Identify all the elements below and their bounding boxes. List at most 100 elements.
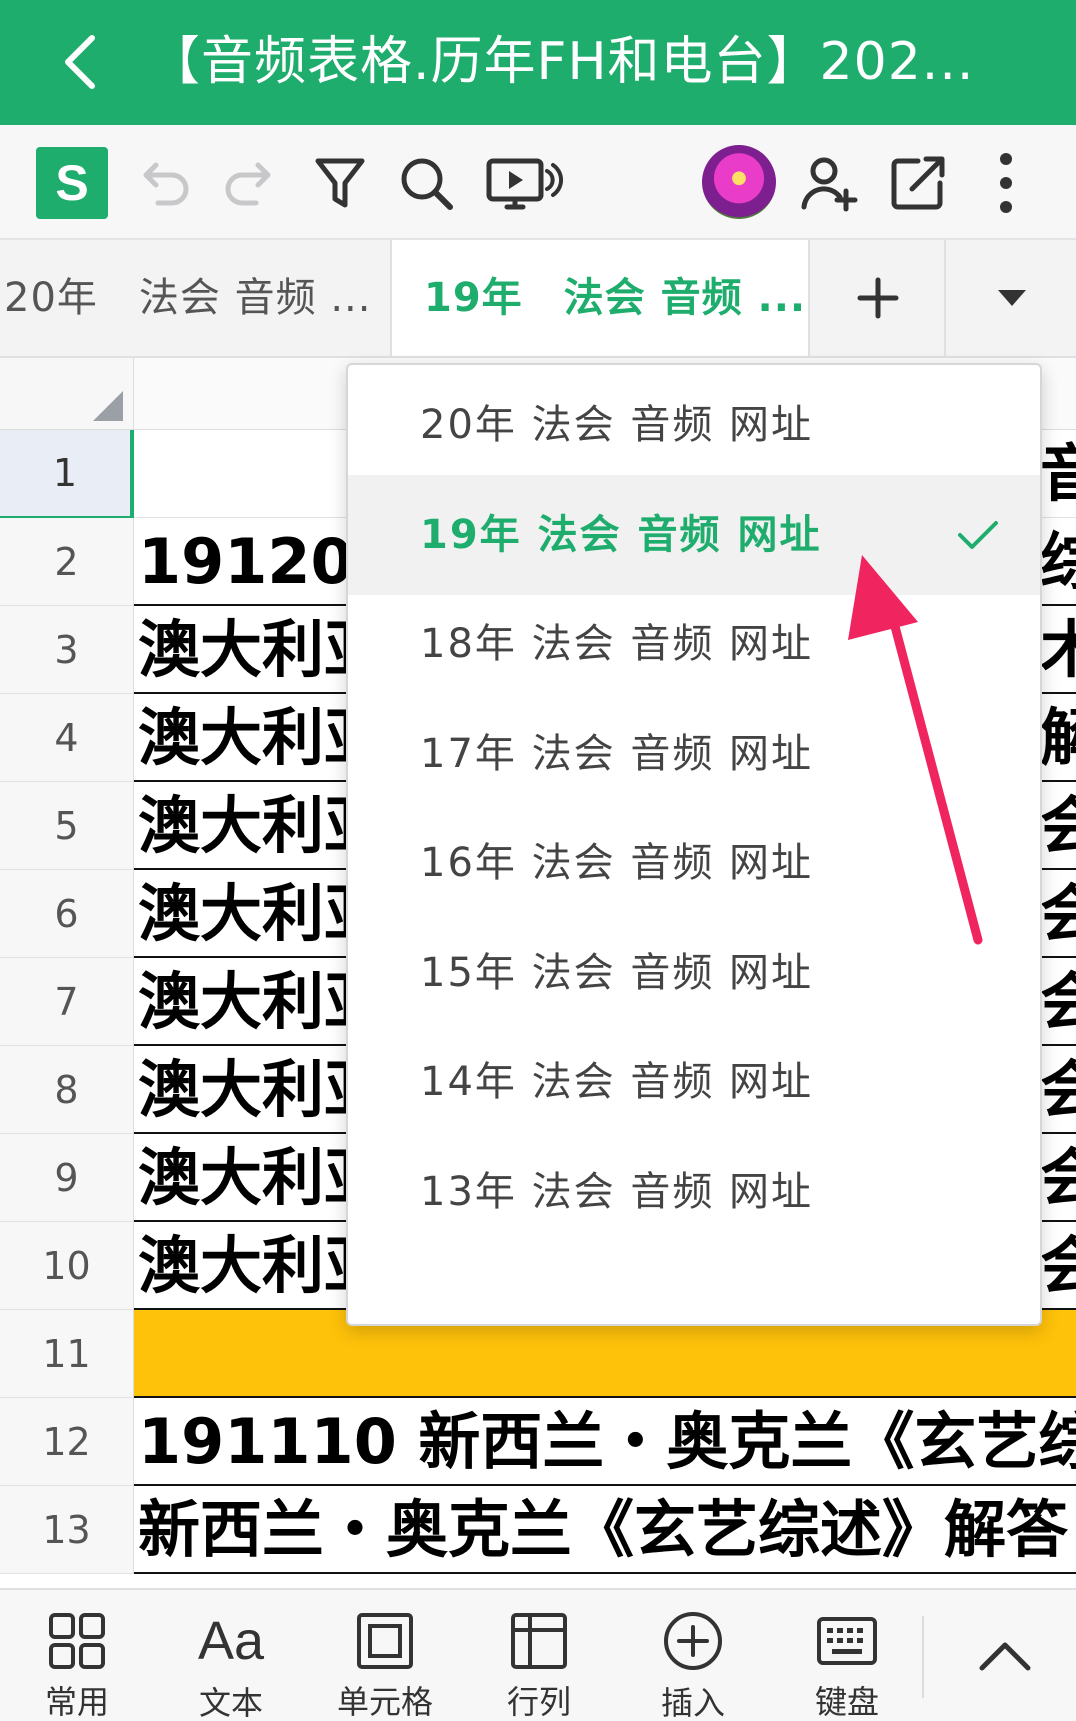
row-header[interactable]: 10 (0, 1222, 134, 1310)
cell-edge-text: 会 (1040, 1141, 1076, 1214)
share-icon (891, 156, 945, 210)
insert-tab-label: 插入 (660, 1684, 725, 1721)
filter-icon (315, 158, 365, 208)
sheet-tab-19-active[interactable]: 19年 法会 音频 ... (390, 240, 810, 356)
bottom-toolbar: 常用 Aa 文本 单元格 行列 插入 键盘 (0, 1588, 1076, 1721)
cell-tab-label: 单元格 (336, 1683, 433, 1721)
add-user-icon (801, 157, 858, 212)
keyboard-icon (817, 1616, 877, 1665)
cell-edge-text (1040, 1486, 1076, 1574)
sheet-menu-item[interactable]: 16年 法会 音频 网址 (348, 803, 1040, 923)
row-header[interactable]: 13 (0, 1486, 134, 1574)
sheet-menu-item-label: 15年 法会 音频 网址 (420, 949, 814, 996)
row-header[interactable]: 9 (0, 1134, 134, 1222)
document-title: 【音频表格.历年FH和电台】202... (148, 32, 975, 92)
search-icon (401, 158, 453, 210)
cell-edge-text: 会 (1040, 789, 1076, 862)
filter-button[interactable] (300, 143, 380, 223)
text-format-icon: Aa (197, 1611, 265, 1671)
cell-edge-text: 术 (1040, 613, 1076, 686)
common-tab-label: 常用 (44, 1683, 109, 1721)
undo-icon (143, 162, 189, 206)
sheet-tab-20[interactable]: 20年 法会 音频 ... (0, 240, 388, 356)
row-header[interactable]: 4 (0, 694, 134, 782)
keyboard-tab[interactable]: 键盘 (772, 1590, 922, 1721)
table-icon (511, 1612, 567, 1669)
checkmark-icon (958, 520, 998, 549)
user-avatar[interactable] (702, 145, 776, 219)
cell-edge-text: 音 (1040, 437, 1076, 510)
sheet-menu-item-label: 13年 法会 音频 网址 (420, 1168, 814, 1215)
expand-toolbar-button[interactable] (950, 1610, 1060, 1702)
chevron-up-icon (979, 1642, 1031, 1671)
cell-edge-text: 会 (1040, 965, 1076, 1038)
plus-circle-icon (664, 1612, 722, 1670)
more-button[interactable] (966, 143, 1046, 223)
row-header[interactable]: 12 (0, 1398, 134, 1486)
common-tab[interactable]: 常用 (2, 1590, 152, 1721)
table-row[interactable]: 13 新西兰・奥克兰《玄艺综述》解答 (0, 1486, 1076, 1574)
cell-edge-text (1040, 1398, 1076, 1486)
cell-edge-text: 会 (1040, 1229, 1076, 1302)
cell-edge-text (1040, 1310, 1076, 1398)
present-icon (486, 158, 563, 210)
insert-tab[interactable]: 插入 (618, 1590, 768, 1721)
title-bar: 【音频表格.历年FH和电台】202... (0, 0, 1076, 125)
sheet-list-button[interactable] (948, 240, 1076, 356)
sheet-tabs: 20年 法会 音频 ... 19年 法会 音频 ... (0, 240, 1076, 358)
table-row[interactable]: 12 191110 新西兰・奥克兰《玄艺综述 (0, 1398, 1076, 1486)
cell[interactable]: 191110 新西兰・奥克兰《玄艺综述 (134, 1398, 1076, 1486)
sheet-menu-item-label: 14年 法会 音频 网址 (420, 1059, 814, 1105)
grid-four-icon (49, 1612, 105, 1669)
cell-icon (357, 1612, 413, 1669)
select-all-corner[interactable] (0, 358, 134, 430)
share-button[interactable] (878, 143, 958, 223)
cell-edge-text: 综 (1040, 525, 1076, 598)
sheet-menu-item[interactable]: 15年 法会 音频 网址 (348, 913, 1040, 1033)
cell-edge-text: 解 (1040, 701, 1076, 774)
sheet-menu-item-label: 19年 法会 音频 网址 (420, 511, 822, 558)
sheet-menu-item-label: 18年 法会 音频 网址 (420, 621, 814, 667)
cell-tab[interactable]: 单元格 (310, 1590, 460, 1721)
text-tab[interactable]: Aa 文本 (156, 1590, 306, 1721)
chevron-left-icon (65, 35, 95, 89)
redo-button[interactable] (210, 143, 290, 223)
rows-columns-tab[interactable]: 行列 (464, 1590, 614, 1721)
present-button[interactable] (480, 143, 570, 223)
back-button[interactable] (40, 22, 120, 102)
row-header[interactable]: 3 (0, 606, 134, 694)
row-header[interactable]: 5 (0, 782, 134, 870)
sheet-menu-item[interactable]: 14年 法会 音频 网址 (348, 1022, 1040, 1142)
toolbar: S (0, 125, 1076, 240)
rows-columns-tab-label: 行列 (506, 1683, 571, 1721)
row-header[interactable]: 7 (0, 958, 134, 1046)
toolbar-divider (922, 1616, 924, 1698)
app-logo-letter: S (55, 155, 89, 211)
sheet-menu-item[interactable]: 19年 法会 音频 网址 (348, 474, 1040, 595)
app-logo[interactable]: S (36, 147, 108, 219)
row-header[interactable]: 1 (0, 430, 134, 518)
sheet-menu-item[interactable]: 17年 法会 音频 网址 (348, 694, 1040, 814)
row-header[interactable]: 11 (0, 1310, 134, 1398)
more-icon (1000, 153, 1012, 213)
row-header[interactable]: 2 (0, 518, 134, 606)
sheet-menu-item[interactable]: 20年 法会 音频 网址 (348, 365, 1040, 485)
sheet-menu-item[interactable]: 18年 法会 音频 网址 (348, 584, 1040, 704)
sheet-menu-item[interactable]: 13年 法会 音频 网址 (348, 1132, 1040, 1252)
undo-button[interactable] (124, 143, 204, 223)
row-header[interactable]: 8 (0, 1046, 134, 1134)
keyboard-tab-label: 键盘 (814, 1683, 879, 1721)
plus-icon (857, 277, 899, 319)
cell-edge-text: 会 (1040, 877, 1076, 950)
sheet-menu-item-label: 16年 法会 音频 网址 (420, 840, 814, 886)
caret-down-icon (998, 290, 1026, 306)
search-button[interactable] (386, 143, 466, 223)
add-sheet-button[interactable] (812, 240, 946, 356)
cell-edge-text: 会 (1040, 1053, 1076, 1126)
add-collaborator-button[interactable] (790, 143, 870, 223)
row-header[interactable]: 6 (0, 870, 134, 958)
cell[interactable]: 新西兰・奥克兰《玄艺综述》解答 (134, 1486, 1076, 1574)
sheet-menu-item-label: 20年 法会 音频 网址 (420, 402, 814, 448)
text-tab-label: 文本 (198, 1684, 263, 1721)
redo-icon (225, 162, 271, 206)
